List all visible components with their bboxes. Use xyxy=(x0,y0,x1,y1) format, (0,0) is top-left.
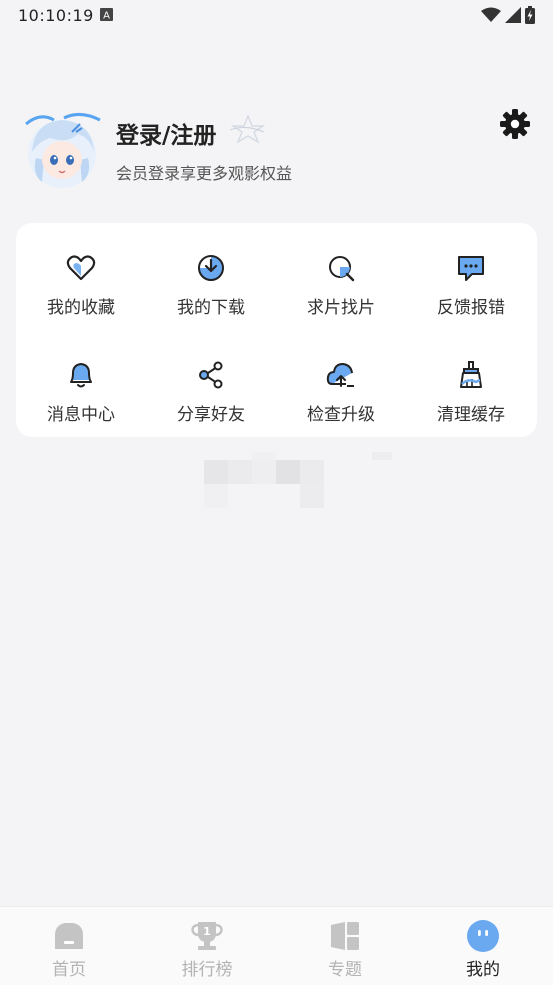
login-subtitle: 会员登录享更多观影权益 xyxy=(116,164,293,183)
status-bar: 10:10:19 A xyxy=(0,0,553,30)
upgrade-icon xyxy=(326,363,354,387)
tab-topics[interactable]: 专题 xyxy=(276,907,414,985)
notification-icon: A xyxy=(100,8,113,21)
home-icon xyxy=(55,923,83,949)
menu-item-clear-cache[interactable]: 清理缓存 xyxy=(406,338,536,428)
menu-label-downloads: 我的下载 xyxy=(177,298,245,318)
signal-icon xyxy=(505,7,521,23)
menu-label-share: 分享好友 xyxy=(177,405,245,425)
menu-item-request-film[interactable]: 求片找片 xyxy=(276,231,406,321)
tab-mine[interactable]: 我的 xyxy=(414,907,552,985)
tab-label-ranking: 排行榜 xyxy=(181,960,233,980)
topic-icon xyxy=(331,922,359,950)
bell-icon xyxy=(70,363,92,388)
share-icon xyxy=(199,361,223,389)
settings-gear-icon[interactable] xyxy=(499,108,531,140)
tab-label-mine: 我的 xyxy=(466,960,500,980)
search-film-icon xyxy=(329,256,355,282)
menu-label-messages: 消息中心 xyxy=(47,405,115,425)
menu-label-request-film: 求片找片 xyxy=(307,298,375,318)
function-menu: 我的收藏 我的下载 求片找片 反馈报错 消息中心 分享好友 检查升级 清理缓存 xyxy=(16,223,537,437)
ad-placeholder xyxy=(204,452,392,508)
profile-header[interactable]: 登录/注册 会员登录享更多观影权益 xyxy=(20,104,533,190)
menu-item-share[interactable]: 分享好友 xyxy=(146,338,276,428)
avatar[interactable] xyxy=(20,108,104,192)
heart-icon xyxy=(66,255,96,281)
tab-home[interactable]: 首页 xyxy=(0,907,138,985)
status-time: 10:10:19 xyxy=(18,6,94,25)
menu-item-downloads[interactable]: 我的下载 xyxy=(146,231,276,321)
wifi-icon xyxy=(481,7,501,22)
feedback-icon xyxy=(458,256,484,281)
trophy-icon: 1 xyxy=(191,922,223,950)
svg-text:1: 1 xyxy=(203,925,211,938)
menu-item-feedback[interactable]: 反馈报错 xyxy=(406,231,536,321)
profile-icon xyxy=(467,920,499,952)
vip-badge-icon xyxy=(229,114,266,144)
status-icons xyxy=(481,6,535,24)
menu-label-upgrade: 检查升级 xyxy=(307,405,375,425)
download-icon xyxy=(198,255,224,281)
menu-item-upgrade[interactable]: 检查升级 xyxy=(276,338,406,428)
menu-item-favorites[interactable]: 我的收藏 xyxy=(16,231,146,321)
tab-label-topics: 专题 xyxy=(328,960,362,980)
tab-ranking[interactable]: 1 排行榜 xyxy=(138,907,276,985)
menu-label-feedback: 反馈报错 xyxy=(437,298,505,318)
clean-icon xyxy=(460,361,482,388)
login-register-link[interactable]: 登录/注册 xyxy=(116,116,216,150)
menu-item-messages[interactable]: 消息中心 xyxy=(16,338,146,428)
bottom-tab-bar: 首页 1 排行榜 专题 我的 xyxy=(0,906,553,985)
svg-text:A: A xyxy=(103,11,110,22)
menu-label-favorites: 我的收藏 xyxy=(47,298,115,318)
tab-label-home: 首页 xyxy=(52,960,86,980)
menu-label-clear-cache: 清理缓存 xyxy=(437,405,505,425)
battery-icon xyxy=(525,6,535,24)
